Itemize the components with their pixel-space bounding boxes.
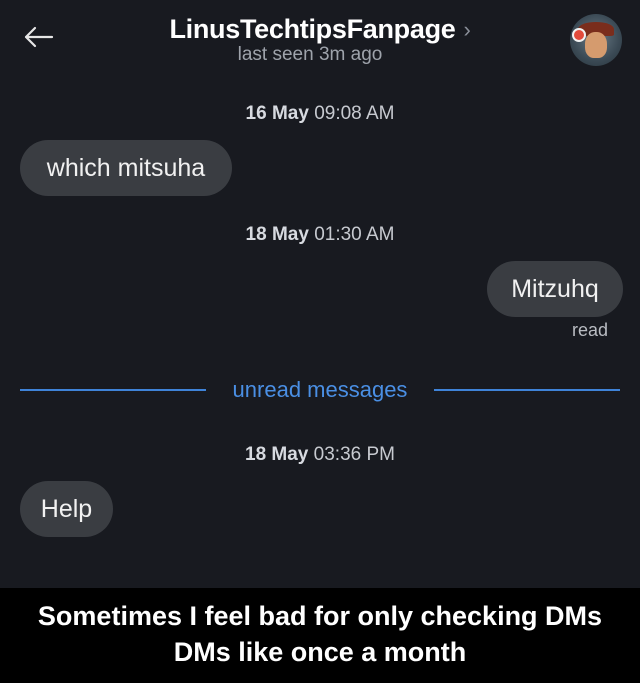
unread-messages-label: unread messages [232, 377, 408, 402]
message-text: Mitzuhq [511, 274, 599, 303]
incoming-message[interactable]: Help [20, 481, 113, 537]
avatar-badge-icon [572, 28, 586, 42]
chat-header: LinusTechtipsFanpage › [0, 14, 640, 45]
incoming-message[interactable]: which mitsuha [20, 140, 232, 196]
meme-caption: Sometimes I feel bad for only checking D… [0, 588, 640, 683]
unread-divider-line [20, 389, 206, 391]
message-text: Help [40, 494, 93, 523]
timestamp: 18 May 01:30 AM [0, 224, 640, 246]
timestamp-time: 01:30 AM [314, 224, 395, 245]
timestamp: 16 May 09:08 AM [0, 103, 640, 125]
avatar[interactable] [570, 14, 622, 66]
read-receipt: read [571, 320, 608, 340]
contact-name: LinusTechtipsFanpage [169, 14, 456, 44]
caption-line-2: DMs like once a month [173, 637, 467, 667]
outgoing-message[interactable]: Mitzuhq [487, 261, 623, 317]
timestamp-date: 18 May [245, 444, 309, 465]
timestamp-date: 18 May [245, 224, 309, 245]
timestamp-date: 16 May [245, 103, 309, 124]
chat-screen: LinusTechtipsFanpage › last seen 3m ago … [0, 0, 640, 588]
message-text: which mitsuha [46, 153, 206, 182]
timestamp-time: 09:08 AM [314, 103, 395, 124]
chevron-right-icon: › [463, 16, 471, 42]
timestamp-time: 03:36 PM [313, 444, 395, 465]
last-seen-status: last seen 3m ago [237, 44, 383, 65]
caption-line-1: Sometimes I feel bad for only checking D… [37, 601, 603, 631]
contact-name-button[interactable]: LinusTechtipsFanpage › [169, 14, 470, 45]
avatar-face-graphic [585, 32, 607, 58]
unread-divider-line [434, 389, 620, 391]
timestamp: 18 May 03:36 PM [0, 444, 640, 466]
